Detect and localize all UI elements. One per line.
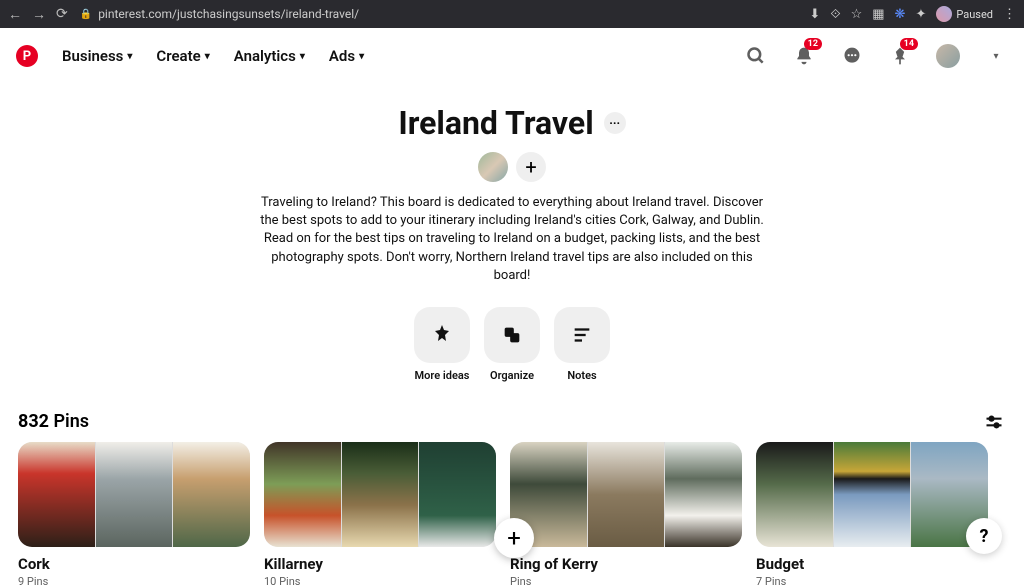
section-title: Budget — [756, 555, 988, 573]
bell-icon[interactable]: 12 — [792, 44, 816, 68]
section-pin-count: 10 Pins — [264, 575, 496, 588]
section-ring-of-kerry[interactable]: Ring of Kerry Pins — [510, 442, 742, 588]
chevron-down-icon: ▾ — [359, 51, 364, 62]
search-icon[interactable] — [744, 44, 768, 68]
star-icon[interactable]: ☆ — [851, 7, 863, 22]
extension-icon[interactable]: ▦ — [872, 7, 884, 22]
section-title: Killarney — [264, 555, 496, 573]
section-cover — [264, 442, 496, 547]
board-title: Ireland Travel — [398, 104, 593, 142]
puzzle-icon[interactable]: ✦ — [915, 7, 926, 22]
section-budget[interactable]: Budget 7 Pins — [756, 442, 988, 588]
nav-business[interactable]: Business▾ — [62, 47, 132, 65]
kebab-icon[interactable]: ⋮ — [1003, 7, 1016, 22]
account-chevron-icon[interactable]: ▾ — [984, 44, 1008, 68]
profile-avatar-icon — [936, 6, 952, 22]
create-pin-fab[interactable]: + — [494, 518, 534, 558]
owner-avatar[interactable] — [478, 152, 508, 182]
section-cover — [510, 442, 742, 547]
back-button[interactable]: ← — [8, 6, 22, 23]
lock-icon: 🔒 — [80, 9, 92, 20]
organize-label: Organize — [490, 369, 534, 382]
pins-count: 832 Pins — [18, 411, 89, 432]
filter-button[interactable] — [982, 410, 1006, 434]
section-killarney[interactable]: Killarney 10 Pins — [264, 442, 496, 588]
section-pin-count: 9 Pins — [18, 575, 250, 588]
user-avatar[interactable] — [936, 44, 960, 68]
nav-ads[interactable]: Ads▾ — [329, 47, 364, 65]
organize-button[interactable] — [484, 307, 540, 363]
more-ideas-button[interactable] — [414, 307, 470, 363]
section-cover — [18, 442, 250, 547]
notes-button[interactable] — [554, 307, 610, 363]
forward-button[interactable]: → — [32, 6, 46, 23]
board-options-button[interactable]: ··· — [604, 112, 626, 134]
notes-label: Notes — [567, 369, 596, 382]
reload-button[interactable]: ⟳ — [56, 6, 68, 23]
help-fab[interactable]: ? — [966, 518, 1002, 554]
nav-analytics[interactable]: Analytics▾ — [234, 47, 305, 65]
section-cover — [756, 442, 988, 547]
pin-badge: 14 — [900, 38, 918, 50]
extension-gear-icon[interactable]: ❋ — [895, 7, 906, 22]
browser-chrome: ← → ⟳ 🔒 pinterest.com/justchasingsunsets… — [0, 0, 1024, 28]
profile-chip[interactable]: Paused — [936, 6, 993, 22]
pins-header: 832 Pins — [0, 392, 1024, 442]
chevron-down-icon: ▾ — [205, 51, 210, 62]
board-description: Traveling to Ireland? This board is dedi… — [257, 194, 767, 285]
download-icon[interactable]: ⬇ — [809, 7, 820, 22]
pinterest-logo-icon[interactable]: P — [16, 45, 38, 67]
chevron-down-icon: ▾ — [300, 51, 305, 62]
url-text: pinterest.com/justchasingsunsets/ireland… — [98, 7, 359, 21]
section-pin-count: 7 Pins — [756, 575, 988, 588]
messages-icon[interactable] — [840, 44, 864, 68]
sections-grid: Cork 9 Pins Killarney 10 Pins Ring of Ke… — [0, 442, 1024, 588]
address-bar[interactable]: 🔒 pinterest.com/justchasingsunsets/irela… — [80, 7, 798, 21]
more-ideas-label: More ideas — [415, 369, 470, 382]
nav-create[interactable]: Create▾ — [156, 47, 209, 65]
board-hero: Ireland Travel ··· + Traveling to Irelan… — [0, 84, 1024, 392]
section-cork[interactable]: Cork 9 Pins — [18, 442, 250, 588]
section-title: Cork — [18, 555, 250, 573]
pin-icon[interactable]: 14 — [888, 44, 912, 68]
bookmark-icon[interactable]: ⟐ — [830, 7, 840, 22]
add-collaborator-button[interactable]: + — [516, 152, 546, 182]
notification-badge: 12 — [804, 38, 822, 50]
chevron-down-icon: ▾ — [127, 51, 132, 62]
profile-state: Paused — [956, 8, 993, 21]
app-header: P Business▾ Create▾ Analytics▾ Ads▾ 12 1… — [0, 28, 1024, 84]
section-pin-count: Pins — [510, 575, 742, 588]
section-title: Ring of Kerry — [510, 555, 742, 573]
